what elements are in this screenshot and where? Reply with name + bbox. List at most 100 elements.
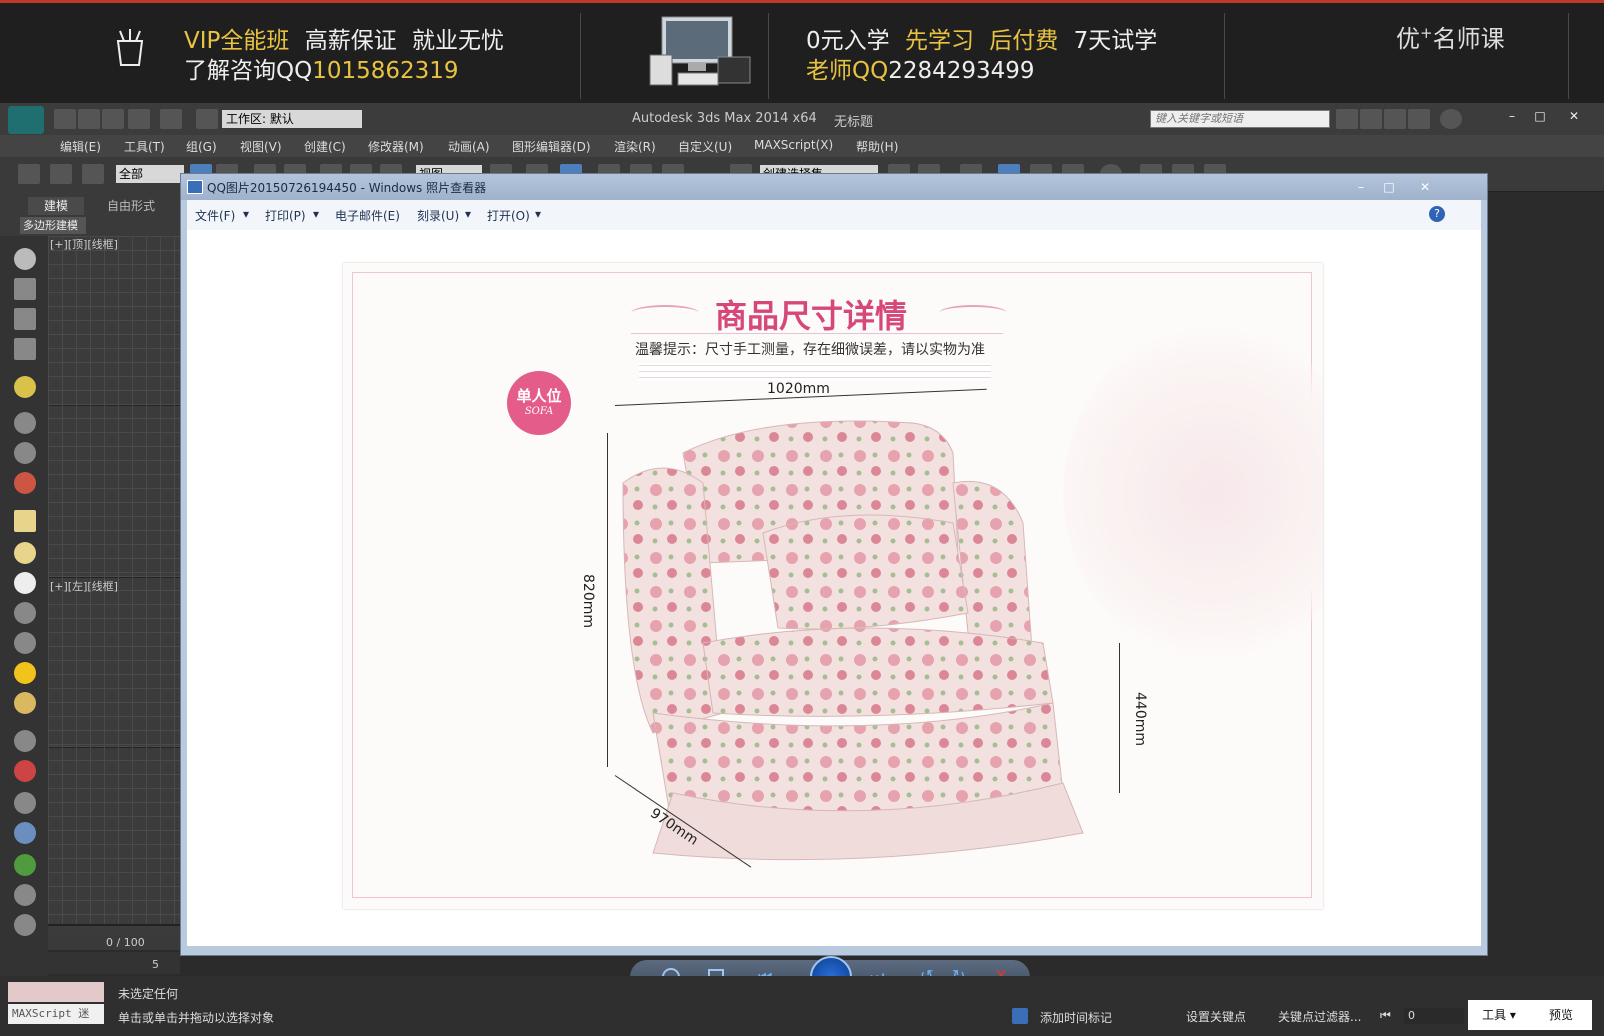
film-reel-icon[interactable] (14, 472, 36, 494)
plane-icon[interactable] (14, 510, 36, 532)
favorites-star-icon[interactable] (1408, 109, 1430, 129)
time-tag-icon[interactable] (1012, 1008, 1028, 1024)
plant-icon[interactable] (14, 854, 36, 876)
max-app-button[interactable] (8, 106, 44, 134)
photo-viewer-title-bar: QQ图片20150726194450 - Windows 照片查看器 – □ ✕ (181, 174, 1487, 200)
selection-filter-dropdown[interactable]: 全部 (116, 165, 184, 183)
help-search-input[interactable] (1150, 110, 1330, 128)
spray-icon[interactable] (14, 760, 36, 782)
hf-hair-icon[interactable] (14, 884, 36, 906)
menu-views[interactable]: 视图(V) (240, 138, 282, 155)
maxscript-listener[interactable] (8, 982, 104, 1002)
badge-cn: 单人位 (516, 387, 562, 405)
viewer-close-button[interactable]: ✕ (1413, 178, 1437, 196)
set-key-button[interactable]: 设置关键点 (1186, 1008, 1246, 1025)
select-link-icon[interactable] (18, 164, 40, 184)
signin-icon[interactable] (1384, 109, 1406, 129)
viewer-menu-open[interactable]: 打开(O) (487, 207, 530, 224)
goto-start-icon[interactable]: ⏮ (1380, 1008, 1391, 1023)
help-icon[interactable] (1440, 109, 1462, 129)
paint-icon[interactable] (14, 278, 36, 300)
viewer-menu-burn-arrow[interactable]: ▾ (465, 207, 471, 221)
ad-qq2: 2284293499 (888, 58, 1035, 84)
menu-customize[interactable]: 自定义(U) (678, 138, 732, 155)
computer-devices-icon (648, 15, 752, 87)
menu-animation[interactable]: 动画(A) (448, 138, 490, 155)
preview-button[interactable]: 预览 (1530, 1000, 1592, 1030)
menu-maxscript[interactable]: MAXScript(X) (754, 138, 833, 152)
ribbon-tab-modeling[interactable]: 建模 (28, 197, 84, 215)
redo-icon[interactable] (160, 109, 182, 129)
tools-dropdown[interactable]: 工具 ▾ (1468, 1000, 1530, 1030)
track-bar[interactable]: 5 (48, 952, 180, 974)
teapot-icon[interactable] (14, 248, 36, 270)
particles-icon[interactable] (14, 730, 36, 752)
key-filters-button[interactable]: 关键点过滤器... (1278, 1008, 1361, 1025)
ribbon-tab-freeform[interactable]: 自由形式 (96, 197, 166, 215)
cone-icon[interactable] (14, 632, 36, 654)
menu-modifiers[interactable]: 修改器(M) (368, 138, 424, 155)
photo-viewer-canvas[interactable]: 商品尺寸详情 温馨提示：尺寸手工测量，存在细微误差，请以实物为准 单人位 SOF… (187, 230, 1481, 946)
viewer-minimize-button[interactable]: – (1349, 178, 1373, 196)
sphere-icon[interactable] (14, 572, 36, 594)
viewport-left-label[interactable]: [+][左][线框] (50, 578, 118, 594)
viewer-menu-open-arrow[interactable]: ▾ (535, 207, 541, 221)
viewport-top-label[interactable]: [+][顶][线框] (50, 236, 118, 252)
save-icon[interactable] (102, 109, 124, 129)
bind-spacewarp-icon[interactable] (82, 164, 104, 184)
viewer-help-icon[interactable]: ? (1429, 206, 1445, 222)
maxscript-label-box[interactable]: MAXScript 迷 (8, 1004, 104, 1024)
new-file-icon[interactable] (54, 109, 76, 129)
cloth-icon[interactable] (14, 914, 36, 936)
max-minimize-button[interactable]: – (1500, 107, 1524, 125)
brand-you: 优 (1396, 25, 1420, 53)
viewport-top[interactable]: [+][顶][线框] (48, 236, 180, 406)
viewer-menu-email[interactable]: 电子邮件(E) (335, 207, 400, 224)
menu-rendering[interactable]: 渲染(R) (614, 138, 656, 155)
undo-icon[interactable] (128, 109, 150, 129)
viewport-left[interactable]: [+][左][线框] (48, 576, 180, 748)
key-tools-icon[interactable] (1360, 109, 1382, 129)
sun-icon[interactable] (14, 662, 36, 684)
menu-group[interactable]: 组(G) (186, 138, 217, 155)
max-menu-bar: 编辑(E) 工具(T) 组(G) 视图(V) 创建(C) 修改器(M) 动画(A… (0, 135, 1604, 157)
binoculars-icon[interactable] (1336, 109, 1358, 129)
unlink-icon[interactable] (50, 164, 72, 184)
project-folder-icon[interactable] (196, 109, 218, 129)
max-maximize-button[interactable]: □ (1528, 107, 1552, 125)
viewer-menu-file[interactable]: 文件(F) (195, 207, 235, 224)
viewports[interactable]: [+][顶][线框] [+][左][线框] (48, 236, 180, 936)
menu-create[interactable]: 创建(C) (304, 138, 346, 155)
hemisphere-icon[interactable] (14, 542, 36, 564)
product-photo: 商品尺寸详情 温馨提示：尺寸手工测量，存在细微误差，请以实物为准 单人位 SOF… (343, 263, 1323, 909)
viewport-top-2[interactable] (48, 404, 180, 578)
list-icon[interactable] (14, 308, 36, 330)
photo-viewer-title: QQ图片20150726194450 - Windows 照片查看器 (207, 181, 487, 195)
time-slider[interactable]: 0 / 100 (48, 936, 180, 950)
menu-edit[interactable]: 编辑(E) (60, 138, 101, 155)
menu-graph-editors[interactable]: 图形编辑器(D) (512, 138, 591, 155)
light-bulb-icon[interactable] (14, 376, 36, 398)
workspace-dropdown[interactable]: 工作区: 默认 (222, 110, 362, 128)
viewer-menu-print-arrow[interactable]: ▾ (313, 207, 319, 221)
viewer-maximize-button[interactable]: □ (1377, 178, 1401, 196)
frame-field[interactable]: 0 (1404, 1008, 1464, 1024)
viewport-left-2[interactable] (48, 746, 180, 926)
bowl-icon[interactable] (14, 602, 36, 624)
ball-icon[interactable] (14, 692, 36, 714)
ribbon-poly-modeling[interactable]: 多边形建模 (20, 217, 86, 234)
viewer-menu-print[interactable]: 打印(P) (265, 207, 306, 224)
add-time-tag[interactable]: 添加时间标记 (1040, 1009, 1112, 1026)
max-close-button[interactable]: ✕ (1562, 107, 1586, 125)
render-sphere-icon[interactable] (14, 442, 36, 464)
dim-height-label: 820mm (580, 574, 596, 628)
gear-icon[interactable] (14, 822, 36, 844)
tetra-icon[interactable] (14, 792, 36, 814)
viewer-menu-burn[interactable]: 刻录(U) (417, 207, 459, 224)
menu-tools[interactable]: 工具(T) (124, 138, 165, 155)
grid-table-icon[interactable] (14, 338, 36, 360)
menu-help[interactable]: 帮助(H) (856, 138, 898, 155)
open-file-icon[interactable] (78, 109, 100, 129)
camera-icon[interactable] (14, 412, 36, 434)
viewer-menu-file-arrow[interactable]: ▾ (243, 207, 249, 221)
